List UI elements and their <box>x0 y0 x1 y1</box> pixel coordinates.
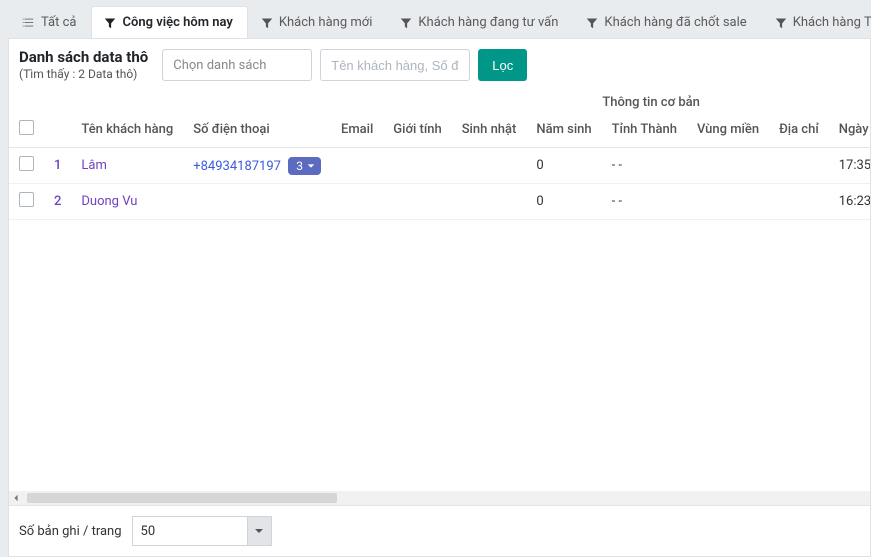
cell-region <box>687 148 769 184</box>
col-birthday: Sinh nhật <box>452 112 527 148</box>
list-select[interactable]: Chọn danh sách <box>162 49 312 81</box>
rows-per-page-select[interactable]: 50 <box>132 516 272 546</box>
horizontal-scrollbar[interactable] <box>9 491 870 505</box>
page-title: Danh sách data thô <box>19 49 148 66</box>
cell-region <box>687 184 769 220</box>
table-row: 2 Duong Vu 0 - - 16:23:29 16/12/2020 <box>9 184 870 220</box>
cell-birthyear: 0 <box>526 148 601 184</box>
tab-closed-sale-customers[interactable]: Khách hàng đã chốt sale <box>573 6 761 38</box>
col-name: Tên khách hàng <box>71 112 183 148</box>
chevron-down-icon <box>247 517 271 545</box>
tab-resell-customers[interactable]: Khách hàng Tái bán <box>762 6 871 38</box>
page-title-block: Danh sách data thô (Tìm thấy : 2 Data th… <box>19 49 148 80</box>
phone-count: 3 <box>296 159 303 173</box>
row-index: 2 <box>44 184 71 220</box>
filter-icon <box>775 17 787 29</box>
list-select-placeholder: Chọn danh sách <box>173 58 266 73</box>
tab-label: Công việc hôm nay <box>122 15 232 30</box>
cell-address <box>769 184 829 220</box>
column-group-basic-info: Thông tin cơ bản <box>331 87 870 112</box>
row-checkbox[interactable] <box>19 156 34 171</box>
cell-province: - - <box>602 184 687 220</box>
col-created: Ngày tạo <box>829 112 870 148</box>
col-phone: Số điện thoại <box>183 112 331 148</box>
tab-label: Khách hàng đang tư vấn <box>418 15 558 30</box>
filter-button[interactable]: Lọc <box>478 49 527 81</box>
select-all-checkbox[interactable] <box>19 120 34 135</box>
phone-count-badge[interactable]: 3 <box>288 157 321 175</box>
tab-new-customers[interactable]: Khách hàng mới <box>248 6 388 38</box>
filter-icon <box>400 17 412 29</box>
cell-birthyear: 0 <box>526 184 601 220</box>
table-scroll[interactable]: Thông tin cơ bản Tên khách hàng Số điện … <box>9 87 870 491</box>
tab-label: Khách hàng Tái bán <box>793 15 871 30</box>
tab-label: Khách hàng đã chốt sale <box>604 15 746 30</box>
tab-label: Khách hàng mới <box>279 15 373 30</box>
pagination-footer: Số bản ghi / trang 50 <box>9 505 870 556</box>
table-row: 1 Lâm +84934187197 3 0 <box>9 148 870 184</box>
cell-created: 16:23:29 16/12/2020 <box>829 184 870 220</box>
scroll-left-icon[interactable] <box>9 491 23 505</box>
tab-today-tasks[interactable]: Công việc hôm nay <box>91 6 247 38</box>
tab-consulting-customers[interactable]: Khách hàng đang tư vấn <box>387 6 573 38</box>
filter-icon <box>261 17 273 29</box>
content-panel: Danh sách data thô (Tìm thấy : 2 Data th… <box>8 39 871 557</box>
toolbar: Danh sách data thô (Tìm thấy : 2 Data th… <box>9 39 870 87</box>
cell-email <box>331 184 383 220</box>
page-subtitle: (Tìm thấy : 2 Data thô) <box>19 67 148 81</box>
col-gender: Giới tính <box>383 112 451 148</box>
data-table: Thông tin cơ bản Tên khách hàng Số điện … <box>9 87 870 220</box>
filter-icon <box>104 17 116 29</box>
customer-name-link[interactable]: Duong Vu <box>81 194 137 209</box>
cell-gender <box>383 184 451 220</box>
chevron-down-icon <box>307 162 315 170</box>
customer-name-link[interactable]: Lâm <box>81 158 106 173</box>
col-address: Địa chỉ <box>769 112 829 148</box>
tab-label: Tất cả <box>41 15 76 30</box>
cell-address <box>769 148 829 184</box>
cell-created: 17:35:27 22/12/2020 <box>829 148 870 184</box>
phone-link[interactable]: +84934187197 <box>193 159 281 174</box>
cell-birthday <box>452 184 527 220</box>
filter-icon <box>586 17 598 29</box>
search-input[interactable] <box>320 49 470 81</box>
col-region: Vùng miền <box>687 112 769 148</box>
cell-email <box>331 148 383 184</box>
cell-gender <box>383 148 451 184</box>
col-province: Tỉnh Thành <box>602 112 687 148</box>
cell-province: - - <box>602 148 687 184</box>
col-email: Email <box>331 112 383 148</box>
col-birthyear: Năm sinh <box>526 112 601 148</box>
rows-per-page-label: Số bản ghi / trang <box>19 524 122 539</box>
scroll-thumb[interactable] <box>27 493 337 503</box>
list-icon <box>21 16 35 30</box>
tab-all[interactable]: Tất cả <box>8 6 91 38</box>
row-index: 1 <box>44 148 71 184</box>
cell-birthday <box>452 148 527 184</box>
rows-per-page-value: 50 <box>141 524 156 539</box>
row-checkbox[interactable] <box>19 192 34 207</box>
tab-bar: Tất cả Công việc hôm nay Khách hàng mới … <box>8 6 871 39</box>
